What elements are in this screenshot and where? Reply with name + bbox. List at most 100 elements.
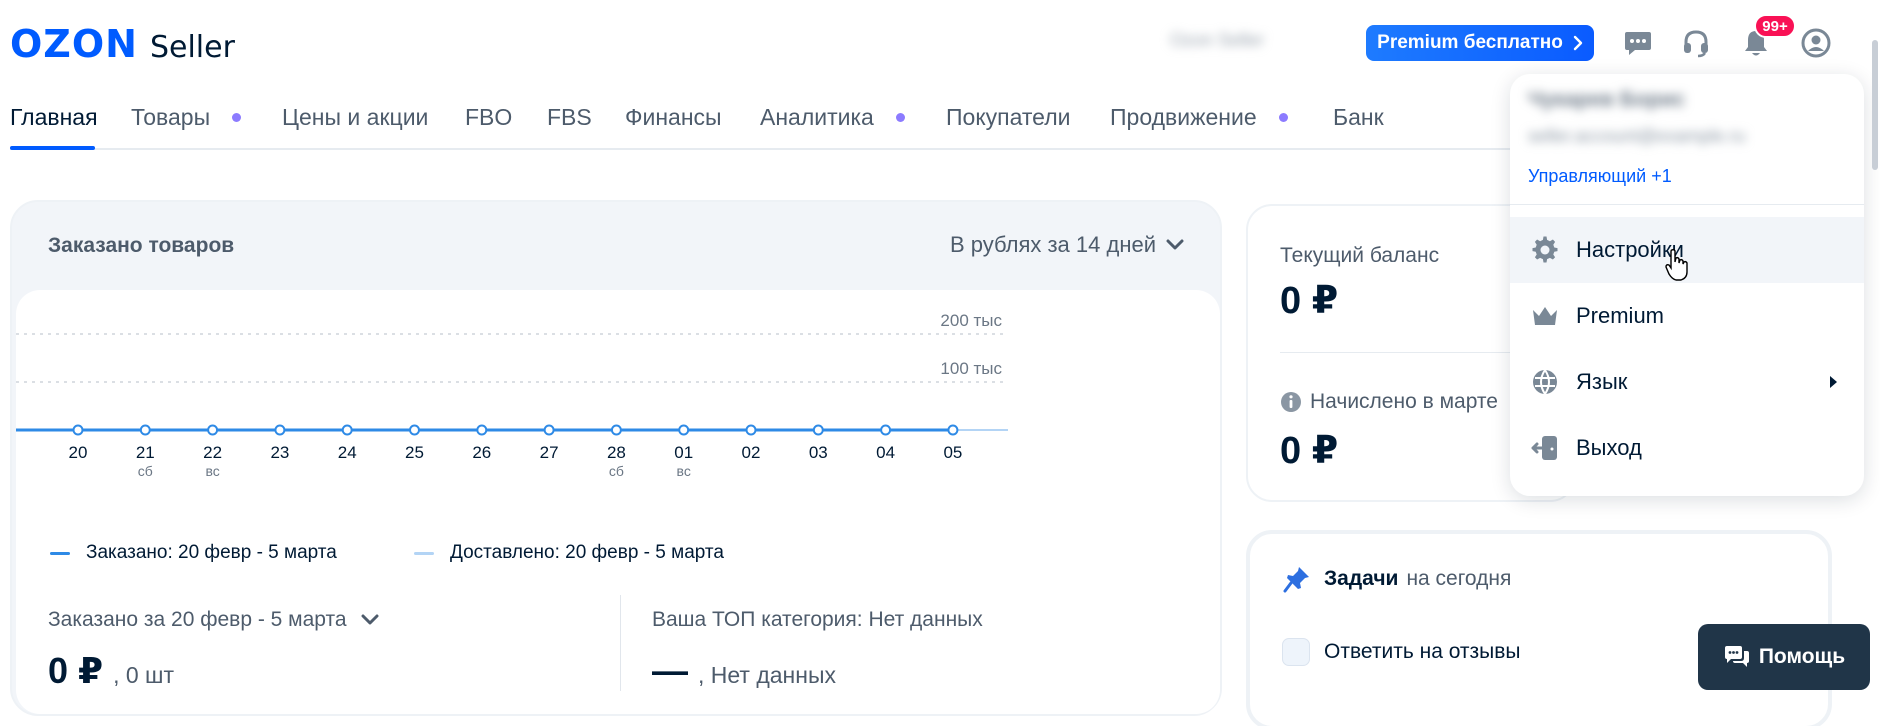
x-weekday-label: вс [205, 463, 219, 479]
top-category-value: — , Нет данных [652, 650, 836, 692]
menu-item-logout[interactable]: Выход [1510, 415, 1864, 481]
menu-item-label: Выход [1576, 435, 1642, 460]
data-point [947, 424, 959, 436]
x-tick-label: 26 [472, 443, 491, 462]
premium-free-button[interactable]: Premium бесплатно [1366, 25, 1594, 61]
menu-item-premium[interactable]: Premium [1510, 283, 1864, 349]
top-category-sub: , Нет данных [698, 662, 836, 688]
task-item[interactable]: Ответить на отзывы [1282, 638, 1521, 666]
ordered-total: 0 ₽ , 0 шт [48, 650, 174, 692]
nav-item-fbs[interactable]: FBS [547, 104, 592, 131]
chat-icon[interactable] [1621, 26, 1655, 60]
ordered-period-label: Заказано за 20 февр - 5 марта [48, 608, 347, 631]
legend-label: Заказано: 20 февр - 5 марта [86, 542, 337, 563]
nav-item-label: Цены и акции [282, 104, 429, 130]
page-scrollbar[interactable] [1872, 40, 1878, 170]
data-point [341, 424, 353, 436]
help-button[interactable]: Помощь [1698, 624, 1870, 690]
data-point [207, 424, 219, 436]
notifications-badge: 99+ [1754, 14, 1796, 38]
task-checkbox[interactable] [1282, 638, 1310, 666]
nav-item-products[interactable]: Товары [131, 104, 242, 131]
nav-item-fbo[interactable]: FBO [465, 104, 512, 131]
nav-item-label: FBO [465, 104, 513, 130]
crown-icon [1530, 301, 1560, 331]
user-email: seller.account@example.ru [1528, 126, 1746, 146]
nav-item-label: Покупатели [946, 104, 1071, 130]
x-tick-label: 27 [540, 443, 559, 462]
nav-item-prices[interactable]: Цены и акции [282, 104, 428, 131]
headset-icon[interactable] [1679, 26, 1713, 60]
nav-item-promotion[interactable]: Продвижение [1110, 104, 1288, 131]
x-tick-label: 01 [674, 443, 693, 462]
ozon-seller-logo[interactable]: OZON Seller [10, 22, 235, 66]
gear-icon [1530, 235, 1560, 265]
x-tick-label: 25 [405, 443, 424, 462]
ordered-period-selector[interactable]: Заказано за 20 февр - 5 марта [48, 608, 379, 632]
nav-item-analytics[interactable]: Аналитика [760, 104, 905, 131]
nav-item-label: Аналитика [760, 104, 874, 130]
x-tick-label: 05 [943, 443, 962, 462]
ordered-count: , 0 шт [113, 662, 175, 688]
nav-item-customers[interactable]: Покупатели [946, 104, 1070, 131]
menu-item-language[interactable]: Язык [1510, 349, 1864, 415]
data-point [745, 424, 757, 436]
period-selector-label: В рублях за 14 дней [949, 232, 1156, 257]
top-category-label: Ваша ТОП категория: Нет данных [652, 608, 983, 631]
x-tick-label: 28 [607, 443, 626, 462]
account-switcher[interactable]: Ozon Seller [1170, 30, 1322, 54]
user-role-link[interactable]: Управляющий +1 [1528, 166, 1672, 187]
y-tick-label: 100 тыс [940, 359, 1002, 378]
data-point [72, 424, 84, 436]
profile-dropdown-menu: Чукарев Борис seller.account@example.ru … [1510, 74, 1864, 496]
nav-item-home[interactable]: Главная [10, 104, 98, 131]
period-selector[interactable]: В рублях за 14 дней [950, 232, 1184, 258]
x-weekday-label: сб [138, 463, 153, 479]
caret-right-icon [1830, 376, 1837, 388]
data-point [274, 424, 286, 436]
data-point [812, 424, 824, 436]
nav-item-label: Товары [131, 104, 211, 130]
x-tick-label: 04 [876, 443, 895, 462]
data-point [139, 424, 151, 436]
y-tick-label: 200 тыс [940, 311, 1002, 330]
nav-underline [10, 148, 1510, 150]
task-label: Ответить на отзывы [1324, 640, 1521, 663]
x-tick-label: 24 [338, 443, 357, 462]
data-point [678, 424, 690, 436]
top-header: OZON Seller Ozon Seller Premium бесплатн… [0, 0, 1880, 84]
nav-item-label: Финансы [625, 104, 722, 130]
tasks-header: Задачи на сегодня [1282, 564, 1511, 594]
legend-swatch [50, 551, 70, 555]
legend-swatch [414, 551, 434, 555]
chevron-right-icon [1573, 35, 1583, 51]
tasks-subtitle: на сегодня [1406, 567, 1512, 590]
chart-panel: 100 тыс 200 тыс 20 21 сб 22 вс 23 24 25 26 27 28 сб 01… [16, 290, 1220, 714]
logo-product: Seller [149, 30, 235, 65]
nav-item-label: Банк [1333, 104, 1384, 130]
new-dot [1278, 113, 1288, 122]
x-tick-label: 23 [270, 443, 289, 462]
user-icon[interactable] [1799, 26, 1833, 60]
legend-label: Доставлено: 20 февр - 5 марта [450, 542, 724, 563]
data-point [476, 424, 488, 436]
user-name: Чукарев Борис [1528, 88, 1686, 111]
nav-item-finance[interactable]: Финансы [625, 104, 722, 131]
current-balance-label: Текущий баланс [1280, 244, 1440, 267]
x-tick-label: 20 [69, 443, 88, 462]
x-tick-label: 02 [742, 443, 761, 462]
chat-bubbles-icon [1724, 646, 1749, 667]
nav-item-bank[interactable]: Банк [1333, 104, 1384, 131]
premium-button-label: Premium бесплатно [1377, 32, 1563, 53]
new-dot [232, 113, 242, 122]
accrued-label-row: Начислено в марте [1280, 390, 1498, 414]
x-tick-label: 21 [136, 443, 155, 462]
nav-active-indicator [10, 146, 95, 150]
tasks-title: Задачи [1324, 567, 1399, 590]
top-category-dash: — [652, 650, 688, 691]
menu-divider [1510, 204, 1864, 205]
info-icon[interactable] [1280, 391, 1302, 413]
nav-item-label: Главная [10, 104, 98, 130]
nav-item-label: FBS [547, 104, 592, 130]
data-point [409, 424, 420, 436]
